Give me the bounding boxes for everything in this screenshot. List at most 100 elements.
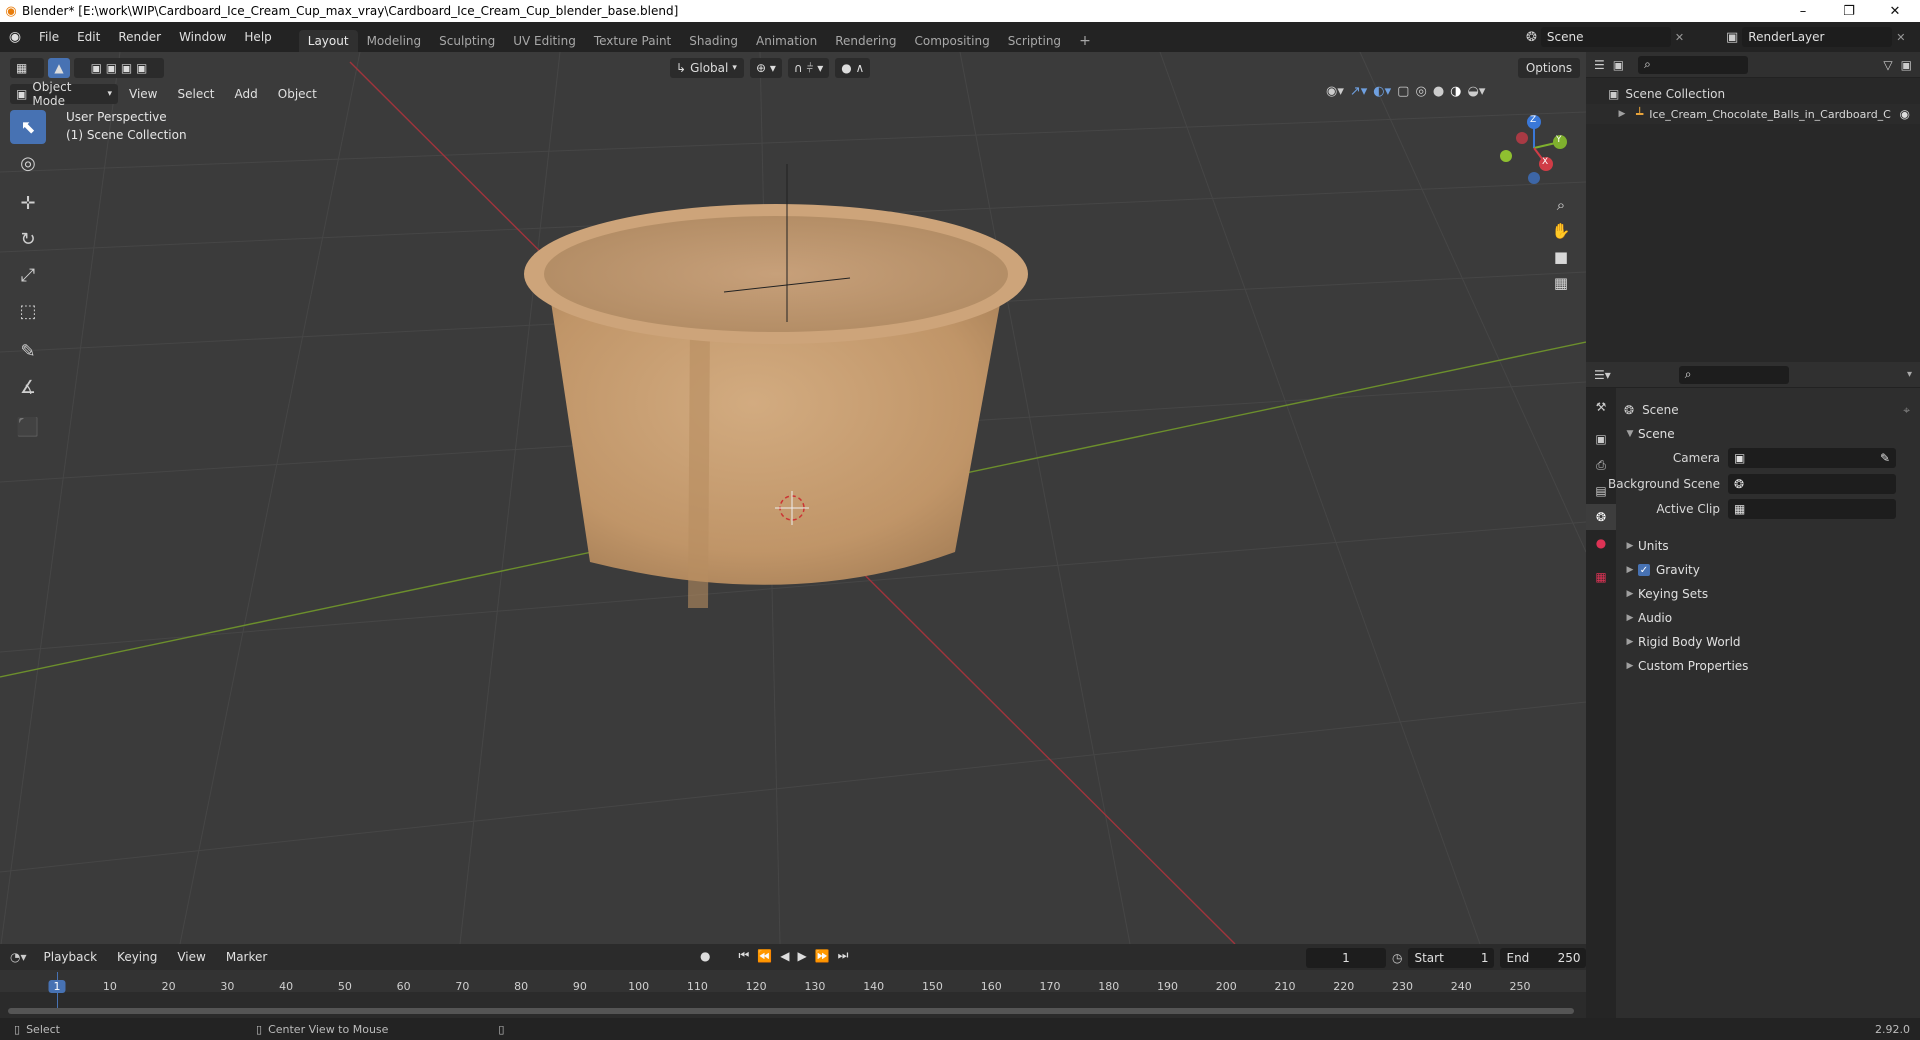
select-tool-icon[interactable]: ▲ <box>48 58 70 78</box>
record-icon[interactable]: ● <box>700 949 710 963</box>
filter-icon[interactable]: ▽ <box>1883 58 1892 72</box>
tab-layout[interactable]: Layout <box>298 30 358 52</box>
blender-menu-icon[interactable]: ◉ <box>0 29 30 45</box>
tab-scripting[interactable]: Scripting <box>999 30 1070 52</box>
viewport-menu-view[interactable]: View <box>120 87 166 101</box>
world-tab-icon[interactable]: ● <box>1586 530 1616 556</box>
rendered-shading-icon[interactable]: ◒▾ <box>1468 84 1486 99</box>
jump-start-icon[interactable]: ⏮ <box>738 948 749 963</box>
transform-orientation-dropdown[interactable]: ↳ Global ▾ <box>670 58 744 78</box>
properties-editor-icon[interactable]: ☰▾ <box>1594 368 1611 382</box>
navigation-gizmo[interactable]: Z Y X <box>1490 110 1580 190</box>
remove-scene-icon[interactable]: ✕ <box>1675 31 1684 44</box>
timeline-scrollbar[interactable] <box>8 1008 1574 1014</box>
tab-uv-editing[interactable]: UV Editing <box>504 30 585 52</box>
tab-rendering[interactable]: Rendering <box>826 30 905 52</box>
display-mode-icon[interactable]: ▣ <box>1613 58 1624 72</box>
options-dropdown[interactable]: Options <box>1518 58 1580 78</box>
tab-sculpting[interactable]: Sculpting <box>430 30 504 52</box>
annotate-tool-icon[interactable]: ✎ <box>10 334 46 368</box>
pivot-point-icon[interactable]: ⊕ ▾ <box>750 58 782 78</box>
audio-panel-header[interactable]: ▶ Audio <box>1622 606 1920 630</box>
preview-range-icon[interactable]: ◷ <box>1392 951 1402 965</box>
selection-mode-icons[interactable]: ▣ ▣ ▣ ▣ <box>74 58 164 78</box>
menu-help[interactable]: Help <box>235 30 280 44</box>
properties-search-input[interactable]: ⌕ <box>1678 365 1789 384</box>
add-workspace-button[interactable]: + <box>1070 30 1100 52</box>
xray-icon[interactable]: ▢ <box>1397 84 1409 99</box>
tab-animation[interactable]: Animation <box>747 30 826 52</box>
chevron-down-icon[interactable]: ▾ <box>1907 369 1912 380</box>
camera-field[interactable]: ▣ ✎ <box>1728 448 1896 468</box>
jump-end-icon[interactable]: ⏭ <box>838 948 849 963</box>
outliner-item-object[interactable]: ▶ ┷ Ice_Cream_Chocolate_Balls_in_Cardboa… <box>1586 104 1920 124</box>
editor-type-icon[interactable]: ▦ <box>10 58 44 78</box>
eye-icon[interactable]: ◉ <box>1900 107 1910 121</box>
transform-tool-icon[interactable]: ⬚ <box>10 294 46 328</box>
gizmo-icon[interactable]: ↗▾ <box>1350 84 1367 99</box>
cursor-tool-icon[interactable]: ◎ <box>10 146 46 180</box>
render-layer-selector[interactable]: RenderLayer <box>1742 27 1893 47</box>
zoom-icon[interactable]: ⌕ <box>1548 192 1574 218</box>
pan-hand-icon[interactable]: ✋ <box>1548 218 1574 244</box>
background-scene-field[interactable]: ❂ <box>1728 474 1896 494</box>
viewport-menu-object[interactable]: Object <box>269 87 326 101</box>
scene-panel-header[interactable]: ▼ Scene <box>1622 422 1920 446</box>
camera-view-icon[interactable]: ■ <box>1548 244 1574 270</box>
snap-icon[interactable]: ∩ ⫩ ▾ <box>787 58 830 78</box>
restore-button[interactable]: ❐ <box>1826 0 1872 22</box>
tab-texture-paint[interactable]: Texture Paint <box>585 30 680 52</box>
close-button[interactable]: ✕ <box>1872 0 1918 22</box>
new-collection-icon[interactable]: ▣ <box>1901 58 1912 72</box>
rigid-body-world-panel-header[interactable]: ▶ Rigid Body World <box>1622 630 1920 654</box>
gravity-panel-header[interactable]: ▶ ✓ Gravity <box>1622 558 1920 582</box>
perspective-grid-icon[interactable]: ▦ <box>1548 270 1574 296</box>
end-frame-field[interactable]: End 250 <box>1500 948 1587 968</box>
solid-shading-icon[interactable]: ● <box>1433 84 1444 99</box>
rotate-tool-icon[interactable]: ↻ <box>10 222 46 256</box>
next-keyframe-icon[interactable]: ⏩ <box>815 949 830 963</box>
timeline-menu-keying[interactable]: Keying <box>108 950 166 964</box>
outliner-editor-icon[interactable]: ☰ <box>1594 58 1605 72</box>
current-frame-field[interactable]: 1 <box>1306 948 1386 968</box>
units-panel-header[interactable]: ▶ Units <box>1622 534 1920 558</box>
measure-tool-icon[interactable]: ∡ <box>10 370 46 404</box>
texture-tab-icon[interactable]: ▦ <box>1586 564 1616 590</box>
tab-modeling[interactable]: Modeling <box>358 30 431 52</box>
outliner-search-input[interactable]: ⌕ <box>1638 55 1749 74</box>
prev-keyframe-icon[interactable]: ⏪ <box>757 949 772 963</box>
overlays-icon[interactable]: ◐▾ <box>1373 84 1391 99</box>
minimize-button[interactable]: – <box>1780 0 1826 22</box>
material-shading-icon[interactable]: ◑ <box>1450 84 1461 99</box>
timeline-menu-playback[interactable]: Playback <box>35 950 107 964</box>
keying-sets-panel-header[interactable]: ▶ Keying Sets <box>1622 582 1920 606</box>
pin-icon[interactable]: ⌖ <box>1903 403 1910 418</box>
move-tool-icon[interactable]: ✛ <box>10 186 46 220</box>
gravity-checkbox[interactable]: ✓ <box>1638 564 1650 576</box>
tab-compositing[interactable]: Compositing <box>905 30 998 52</box>
timeline-editor-icon[interactable]: ◔▾ <box>10 950 27 964</box>
proportional-editing-icon[interactable]: ● ∧ <box>835 58 871 78</box>
play-icon[interactable]: ▶ <box>797 949 806 963</box>
tab-shading[interactable]: Shading <box>680 30 747 52</box>
expand-icon[interactable]: ▶ <box>1614 109 1630 119</box>
menu-render[interactable]: Render <box>109 30 170 44</box>
timeline-menu-view[interactable]: View <box>168 950 214 964</box>
remove-render-layer-icon[interactable]: ✕ <box>1896 31 1905 44</box>
start-frame-field[interactable]: Start 1 <box>1408 948 1495 968</box>
active-clip-field[interactable]: ▦ <box>1728 499 1896 519</box>
scene-selector[interactable]: Scene <box>1540 27 1671 47</box>
eyedropper-icon[interactable]: ✎ <box>1880 451 1890 465</box>
play-reverse-icon[interactable]: ◀ <box>780 949 789 963</box>
viewport-menu-select[interactable]: Select <box>168 87 223 101</box>
add-cube-tool-icon[interactable]: ⬛ <box>10 410 46 444</box>
object-mode-dropdown[interactable]: ▣ Object Mode ▾ <box>10 80 118 108</box>
outliner-item-scene-collection[interactable]: ▣ Scene Collection <box>1586 84 1920 104</box>
viewport-menu-add[interactable]: Add <box>226 87 267 101</box>
custom-properties-panel-header[interactable]: ▶ Custom Properties <box>1622 654 1920 678</box>
menu-edit[interactable]: Edit <box>68 30 109 44</box>
timeline-menu-marker[interactable]: Marker <box>217 950 276 964</box>
scale-tool-icon[interactable]: ⤢ <box>10 258 46 292</box>
menu-window[interactable]: Window <box>170 30 235 44</box>
menu-file[interactable]: File <box>30 30 68 44</box>
